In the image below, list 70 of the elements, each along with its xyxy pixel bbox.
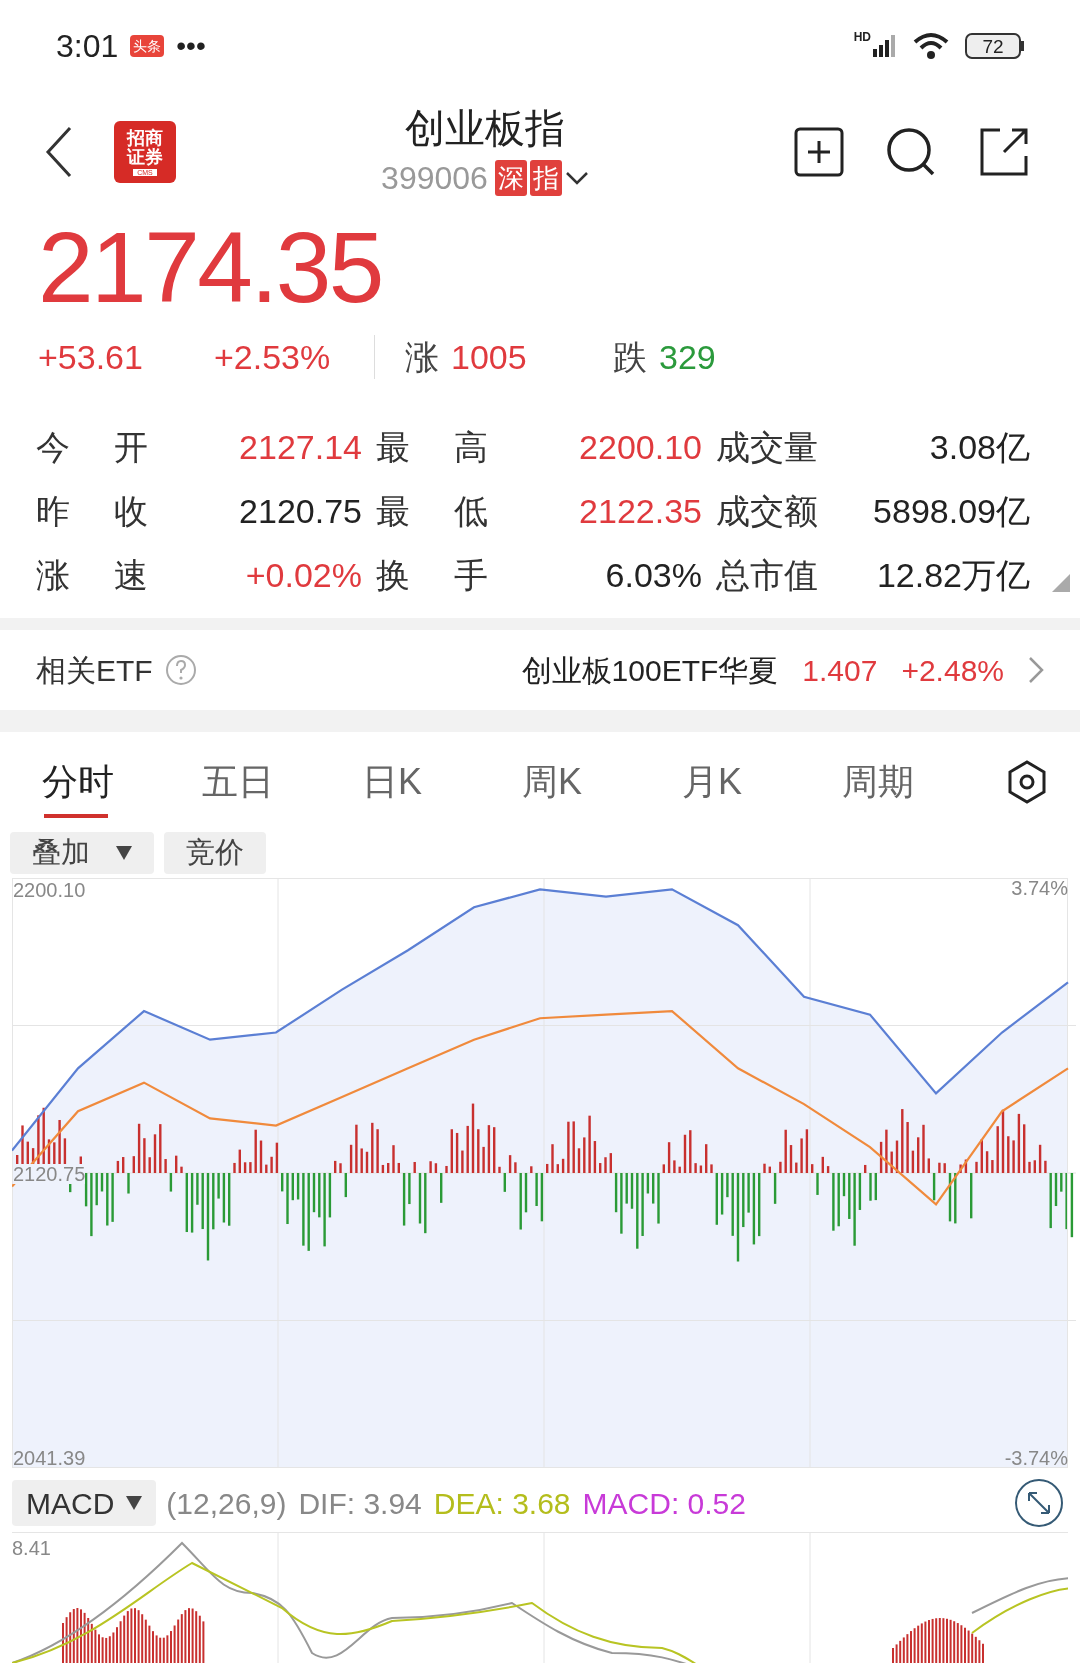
index-price: 2174.35 (38, 211, 382, 323)
dropdown-icon (116, 846, 132, 860)
fall-label: 跌 (613, 336, 647, 378)
chart-tab[interactable]: 五日 (182, 742, 342, 822)
settings-icon[interactable] (1006, 759, 1048, 805)
share-icon[interactable] (978, 126, 1030, 178)
price-change: +53.61 (38, 336, 144, 378)
index-title: 创业板指 (405, 105, 565, 152)
stat-value: 2127.14 (238, 427, 363, 468)
stat-value: +0.02% (244, 555, 363, 596)
macd-params: (12,26,9) (166, 1485, 287, 1522)
network-label: HD (853, 29, 871, 46)
market-tag: 指 (529, 160, 562, 196)
chart-option-button[interactable]: 竞价 (164, 832, 266, 874)
chevron-right-icon[interactable] (1028, 656, 1044, 684)
etf-change: +2.48% (901, 652, 1004, 689)
stat-value: 3.08亿 (928, 427, 1031, 468)
axis-label: 2120.75 (13, 1164, 86, 1184)
chart-option-button[interactable]: 叠加 (10, 832, 154, 874)
back-icon[interactable] (44, 125, 74, 179)
notification-icon: 头条 (130, 35, 165, 57)
stat-label: 成交额 (716, 491, 819, 532)
axis-label: 2200.10 (13, 880, 86, 900)
stat-label: 最低 (376, 491, 488, 532)
percent-change: +2.53% (214, 336, 332, 378)
stat-label: 最高 (376, 427, 488, 468)
more-dots-icon: ••• (176, 32, 206, 60)
stat-value: 5898.09亿 (872, 491, 1031, 532)
signal-icon (871, 33, 897, 59)
stat-value: 12.82万亿 (875, 555, 1031, 596)
expand-icon[interactable] (1014, 1478, 1064, 1528)
chart-tab[interactable]: 周K (502, 742, 662, 822)
stat-label: 总市值 (716, 555, 819, 596)
add-icon[interactable] (794, 127, 844, 177)
stat-label: 涨速 (36, 555, 148, 596)
rise-label: 涨 (405, 336, 439, 378)
battery-icon: 72 (965, 33, 1021, 59)
etf-label: 相关ETF (36, 652, 153, 689)
stat-value: 6.03% (604, 555, 703, 596)
logo-text: 招商证券 (125, 128, 164, 167)
fall-count: 329 (659, 336, 716, 378)
indicator-button[interactable]: MACD (12, 1480, 157, 1526)
chevron-down-icon[interactable] (564, 170, 589, 186)
axis-label: 8.41 (12, 1536, 51, 1561)
search-icon[interactable] (886, 127, 936, 177)
stat-label: 昨收 (36, 491, 148, 532)
rise-count: 1005 (451, 336, 528, 378)
chart-tab[interactable]: 月K (662, 742, 822, 822)
stat-value: 2200.10 (578, 427, 703, 468)
index-code: 399006 (381, 159, 488, 198)
stat-value: 2120.75 (238, 491, 363, 532)
wifi-icon (913, 32, 949, 60)
dif-value: DIF: 3.94 (298, 1485, 422, 1522)
dropdown-icon (126, 1496, 143, 1510)
dea-value: DEA: 3.68 (433, 1485, 571, 1522)
market-tag: 深 (494, 160, 527, 196)
stat-label: 今开 (36, 427, 148, 468)
chart-tab[interactable]: 周期 (822, 742, 982, 822)
stat-label: 成交量 (716, 427, 819, 468)
stat-value: 2122.35 (578, 491, 703, 532)
axis-label: 2041.39 (13, 1448, 86, 1468)
etf-name[interactable]: 创业板100ETF华夏 (521, 647, 779, 693)
etf-price: 1.407 (802, 652, 878, 689)
stat-label: 换手 (376, 555, 488, 596)
macd-value: MACD: 0.52 (582, 1485, 746, 1522)
clock: 3:01 (56, 27, 119, 66)
axis-label: 3.74% (1011, 878, 1068, 898)
chart-tab[interactable]: 分时 (22, 742, 182, 822)
axis-label: -3.74% (1004, 1448, 1068, 1468)
chart-tab[interactable]: 日K (342, 742, 502, 822)
